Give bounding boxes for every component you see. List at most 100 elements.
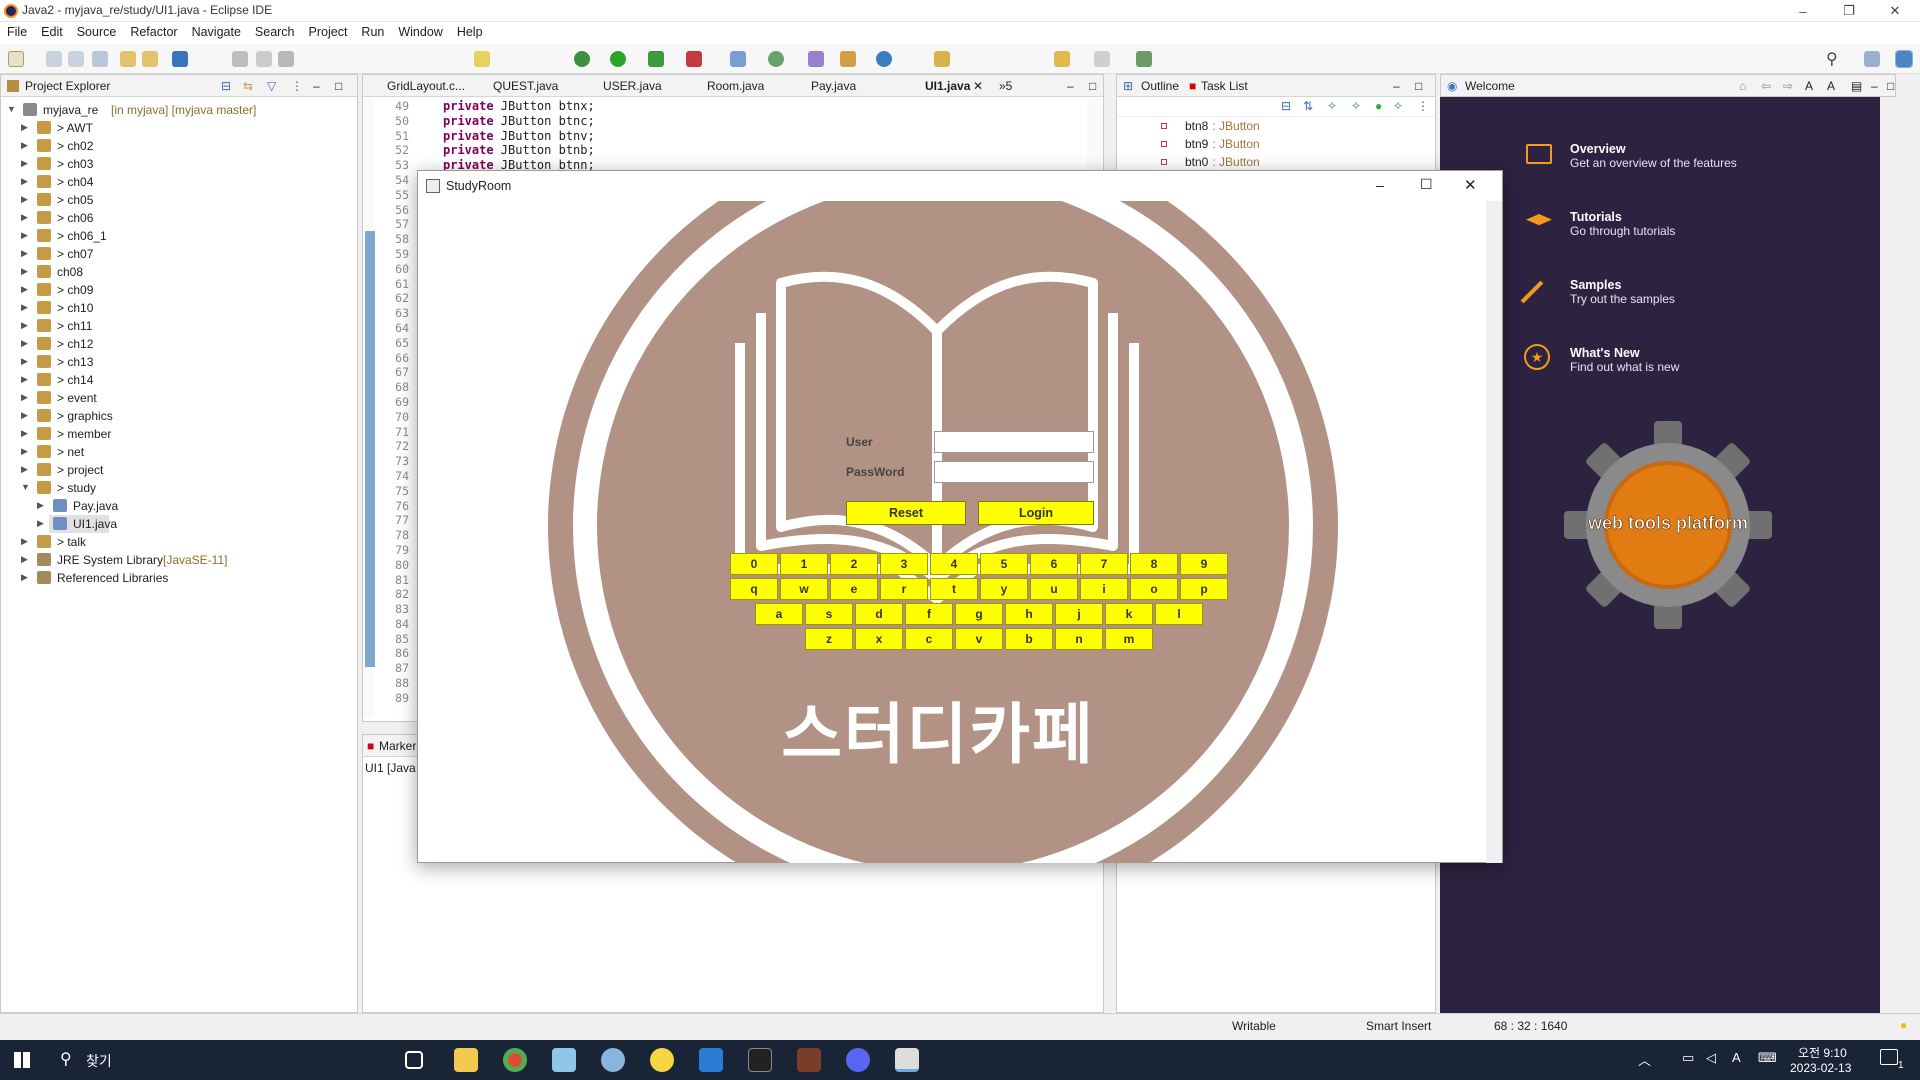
link-editor-icon[interactable]: ⇆ — [243, 79, 253, 93]
vscode-icon[interactable] — [699, 1048, 723, 1072]
terminal-app-icon[interactable] — [748, 1048, 772, 1072]
maximize-view-icon[interactable]: □ — [335, 79, 342, 93]
menu-run[interactable]: Run — [354, 22, 391, 39]
tree-item[interactable]: ▶ > ch03 — [1, 155, 351, 173]
collapsed-arrow-icon[interactable]: ▶ — [21, 266, 28, 277]
key-a[interactable]: a — [755, 603, 803, 625]
tree-item[interactable]: ▶ JRE System Library [JavaSE-11] — [1, 551, 351, 569]
file-explorer-icon[interactable] — [454, 1048, 478, 1072]
collapsed-arrow-icon[interactable]: ▶ — [21, 572, 28, 583]
redo-icon[interactable] — [142, 51, 158, 67]
collapsed-arrow-icon[interactable]: ▶ — [21, 428, 28, 439]
outline-item[interactable]: btn8: JButton — [1117, 117, 1435, 135]
zoom-in-icon[interactable]: A — [1827, 79, 1835, 93]
outline-menu-icon[interactable]: ⋮ — [1417, 99, 1429, 113]
collapse-all-icon[interactable]: ⊟ — [221, 79, 231, 93]
search-toolbar-icon[interactable] — [840, 51, 856, 67]
menu-edit[interactable]: Edit — [34, 22, 70, 39]
collapsed-arrow-icon[interactable]: ▶ — [21, 554, 28, 565]
collapsed-arrow-icon[interactable]: ▶ — [21, 536, 28, 547]
tree-item[interactable]: ▶ > graphics — [1, 407, 351, 425]
tab-user[interactable]: USER.java — [603, 79, 662, 93]
login-button[interactable]: Login — [978, 501, 1094, 525]
expanded-arrow-icon[interactable]: ▼ — [7, 104, 16, 114]
key-t[interactable]: t — [930, 578, 978, 600]
external-tools-icon[interactable] — [686, 51, 702, 67]
tree-item[interactable]: ▶ > ch06 — [1, 209, 351, 227]
menu-file[interactable]: File — [0, 22, 34, 39]
tree-item[interactable]: ▶ > event — [1, 389, 351, 407]
key-b[interactable]: b — [1005, 628, 1053, 650]
key-0[interactable]: 0 — [730, 553, 778, 575]
key-i[interactable]: i — [1080, 578, 1128, 600]
game-app-icon[interactable] — [797, 1048, 821, 1072]
lightbulb-icon[interactable]: ● — [1900, 1018, 1907, 1032]
tree-item[interactable]: ▶ > ch10 — [1, 299, 351, 317]
clock-time[interactable]: 오전 9:10 — [1798, 1044, 1847, 1061]
forward-icon[interactable] — [1094, 51, 1110, 67]
task-list-tab[interactable]: Task List — [1201, 79, 1248, 93]
collapsed-arrow-icon[interactable]: ▶ — [21, 212, 28, 223]
home-icon[interactable]: ⌂ — [1739, 79, 1746, 93]
new-icon[interactable] — [8, 51, 24, 67]
maximize-editor-icon[interactable]: □ — [1089, 79, 1096, 93]
welcome-scrollbar[interactable] — [1880, 97, 1896, 1013]
tree-file-item[interactable]: ▶ Pay.java — [1, 497, 351, 515]
welcome-tutorials-link[interactable]: Tutorials Go through tutorials — [1526, 210, 1675, 238]
tray-chevron-icon[interactable]: ︿ — [1638, 1050, 1651, 1069]
collapsed-arrow-icon[interactable]: ▶ — [21, 248, 28, 259]
tree-item[interactable]: ▼ > study — [1, 479, 351, 497]
key-j[interactable]: j — [1055, 603, 1103, 625]
tree-item[interactable]: ▶ > ch05 — [1, 191, 351, 209]
java-perspective-icon[interactable] — [1895, 50, 1913, 68]
filter-icon[interactable]: ▽ — [267, 79, 276, 93]
tray-keyboard-icon[interactable]: ⌨ — [1758, 1050, 1777, 1066]
minimize-welcome-icon[interactable]: – — [1871, 79, 1878, 93]
outline-item[interactable]: btn0: JButton — [1117, 153, 1435, 171]
tree-item[interactable]: ▶ > ch11 — [1, 317, 351, 335]
more-tabs-button[interactable]: »5 — [999, 79, 1012, 93]
collapsed-arrow-icon[interactable]: ▶ — [21, 176, 28, 187]
key-r[interactable]: r — [880, 578, 928, 600]
sort-icon[interactable]: ⇅ — [1303, 99, 1313, 113]
java-app-icon[interactable] — [895, 1048, 919, 1072]
print-icon[interactable] — [92, 51, 108, 67]
kakaotalk-icon[interactable] — [650, 1048, 674, 1072]
welcome-back-icon[interactable]: ⇦ — [1761, 79, 1771, 93]
hide-fields-icon[interactable]: ✧ — [1327, 99, 1337, 113]
tree-item[interactable]: ▶ > ch14 — [1, 371, 351, 389]
pin-editor-icon[interactable] — [1136, 51, 1152, 67]
key-g[interactable]: g — [955, 603, 1003, 625]
new-java-project-icon[interactable] — [730, 51, 746, 67]
chrome-icon[interactable] — [503, 1048, 527, 1072]
close-button[interactable]: ✕ — [1872, 0, 1918, 22]
welcome-forward-icon[interactable]: ⇨ — [1783, 79, 1793, 93]
tree-item[interactable]: ▶ > ch12 — [1, 335, 351, 353]
markers-tab[interactable]: Markers — [379, 739, 422, 753]
tree-item[interactable]: ▶ > AWT — [1, 119, 351, 137]
welcome-whats-new-link[interactable]: ★ What's New Find out what is new — [1524, 344, 1679, 374]
studyroom-minimize-button[interactable]: – — [1376, 177, 1384, 193]
key-n[interactable]: n — [1055, 628, 1103, 650]
paint-icon[interactable] — [601, 1048, 625, 1072]
key-o[interactable]: o — [1130, 578, 1178, 600]
undo-icon[interactable] — [120, 51, 136, 67]
globe-icon[interactable] — [876, 51, 892, 67]
skip-breakpoints-icon[interactable] — [232, 51, 248, 67]
collapsed-arrow-icon[interactable]: ▶ — [37, 500, 44, 511]
minimize-button[interactable]: – — [1780, 0, 1826, 22]
taskbar-search-text[interactable]: 찾기 — [86, 1051, 112, 1071]
customize-page-icon[interactable]: ▤ — [1851, 79, 1862, 93]
suspend-icon[interactable] — [256, 51, 272, 67]
menu-project[interactable]: Project — [302, 22, 355, 39]
collapsed-arrow-icon[interactable]: ▶ — [21, 194, 28, 205]
tree-item[interactable]: ▶ ch08 — [1, 263, 351, 281]
reset-button[interactable]: Reset — [846, 501, 966, 525]
key-d[interactable]: d — [855, 603, 903, 625]
collapsed-arrow-icon[interactable]: ▶ — [21, 338, 28, 349]
maximize-welcome-icon[interactable]: □ — [1887, 79, 1894, 93]
notepad-icon[interactable] — [552, 1048, 576, 1072]
project-explorer-tab[interactable]: Project Explorer — [25, 79, 110, 93]
collapsed-arrow-icon[interactable]: ▶ — [21, 158, 28, 169]
restore-button[interactable]: ❐ — [1826, 0, 1872, 22]
